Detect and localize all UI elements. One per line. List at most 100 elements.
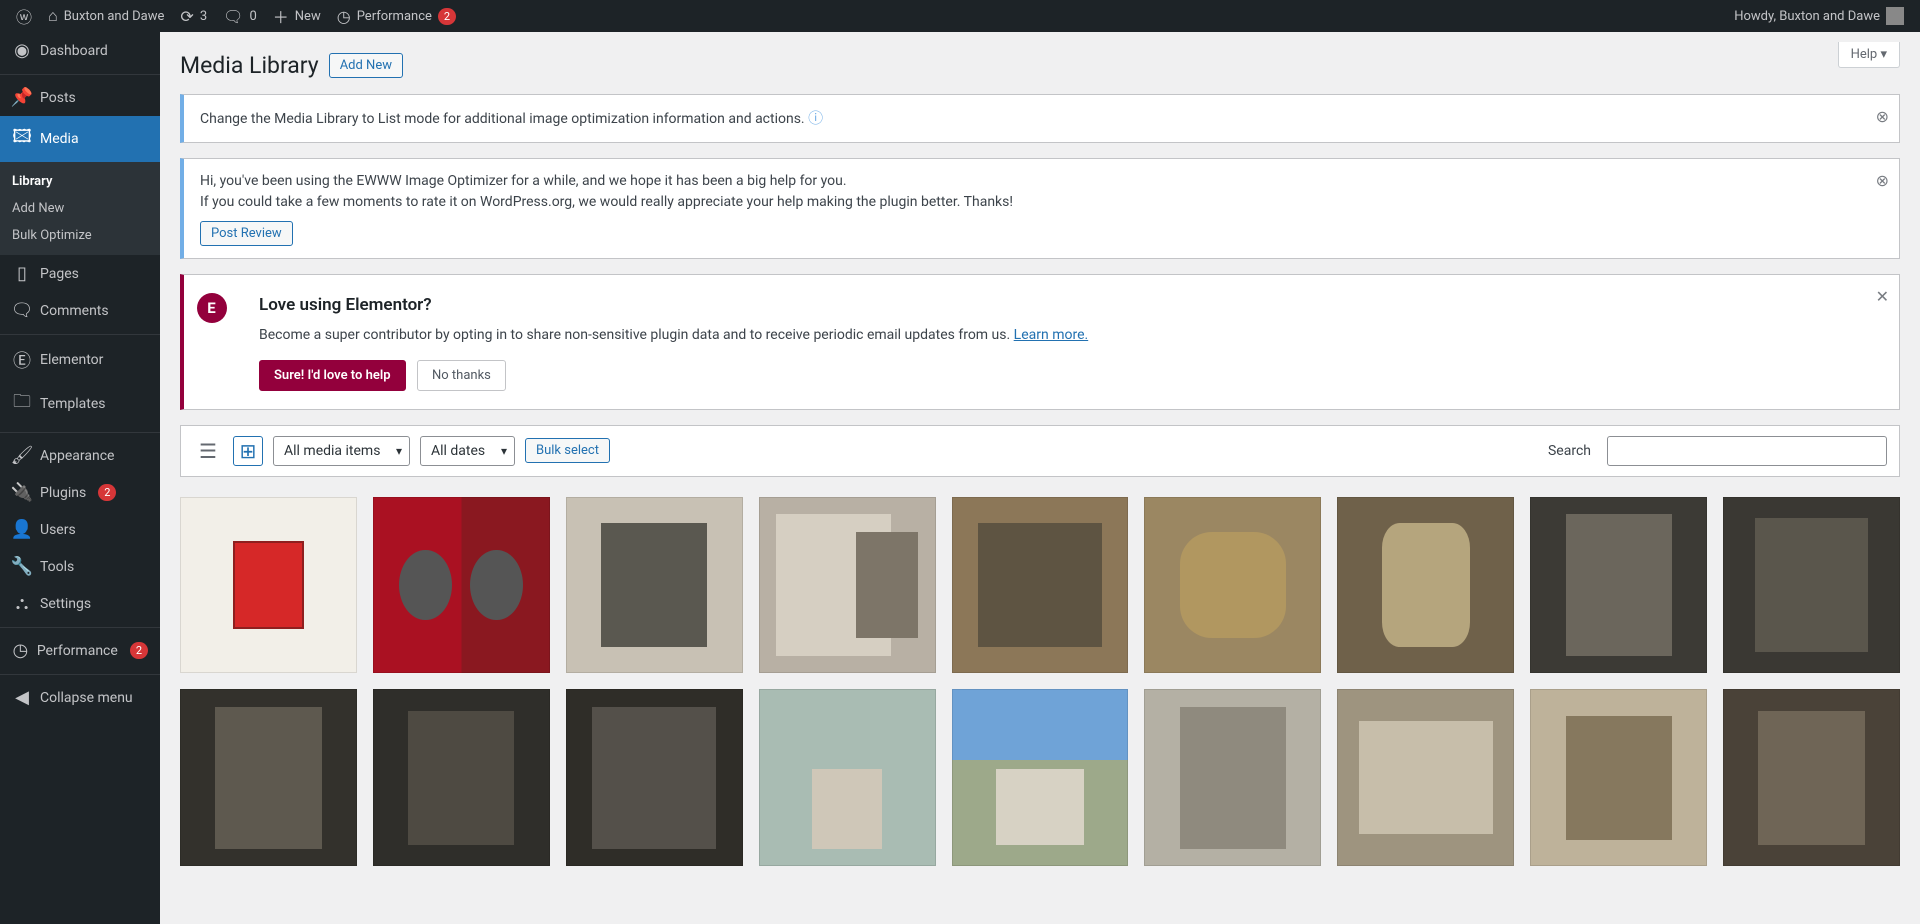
elementor-logo-icon: E [197, 293, 227, 323]
elementor-yes-button[interactable]: Sure! I'd love to help [259, 360, 406, 391]
filter-media-type[interactable]: All media items [273, 436, 410, 466]
comment-icon: 🗨 [223, 7, 243, 26]
media-thumbnail[interactable] [180, 497, 357, 674]
elementor-no-button[interactable]: No thanks [417, 360, 506, 391]
sidebar-item-templates[interactable]: 🗀 Templates [0, 381, 160, 427]
subitem-add-new[interactable]: Add New [0, 195, 160, 222]
sidebar-item-users[interactable]: 👤Users [0, 511, 160, 548]
sidebar-item-dashboard[interactable]: ◉Dashboard [0, 32, 160, 69]
performance-label: Performance [357, 9, 432, 24]
notice-line2: If you could take a few moments to rate … [200, 192, 1883, 213]
new-label: New [295, 9, 321, 24]
media-thumbnail[interactable] [1530, 689, 1707, 866]
elementor-text: Become a super contributor by opting in … [259, 325, 1879, 346]
sidebar-item-comments[interactable]: 🗨 Comments [0, 292, 160, 329]
comments-link[interactable]: 🗨0 [215, 0, 265, 32]
media-thumbnail[interactable] [373, 689, 550, 866]
media-thumbnail[interactable] [759, 689, 936, 866]
notice-ewww: Hi, you've been using the EWWW Image Opt… [180, 158, 1900, 259]
media-thumbnail[interactable] [566, 689, 743, 866]
media-thumbnail[interactable] [1144, 497, 1321, 674]
plus-icon: ＋ [273, 4, 289, 28]
help-tab[interactable]: Help ▾ [1838, 42, 1900, 68]
folder-icon: 🗀 [12, 389, 32, 419]
sidebar-item-plugins[interactable]: 🔌Plugins2 [0, 474, 160, 511]
sidebar-item-tools[interactable]: 🔧Tools [0, 548, 160, 585]
admin-bar-right: Howdy, Buxton and Dawe [1726, 0, 1912, 32]
comments-count: 0 [249, 9, 256, 24]
sidebar-label: Templates [40, 396, 106, 412]
dismiss-button[interactable]: ⊗ [1876, 105, 1889, 129]
post-review-button[interactable]: Post Review [200, 221, 293, 246]
sidebar-item-performance[interactable]: ◷ Performance 2 [0, 632, 160, 669]
sidebar-item-posts[interactable]: 📌 Posts [0, 79, 160, 116]
sidebar-item-elementor[interactable]: ⒺElementor [0, 339, 160, 381]
bulk-select-button[interactable]: Bulk select [525, 438, 610, 463]
media-thumbnail[interactable] [180, 689, 357, 866]
search-input[interactable] [1607, 436, 1887, 466]
refresh-icon: ⟳ [180, 7, 193, 26]
sidebar-label: Comments [40, 303, 109, 319]
dismiss-button[interactable]: ⊗ [1876, 169, 1889, 193]
page-icon: ▯ [12, 263, 32, 284]
chevron-down-icon: ▾ [1880, 47, 1887, 62]
sidebar-label: Settings [40, 596, 91, 612]
user-account-link[interactable]: Howdy, Buxton and Dawe [1726, 0, 1912, 32]
sidebar-item-appearance[interactable]: 🖌Appearance [0, 437, 160, 474]
comment-icon: 🗨 [12, 300, 32, 321]
page-title: Media Library [180, 52, 319, 79]
sidebar-label: Pages [40, 266, 79, 282]
pin-icon: 📌 [12, 87, 32, 108]
media-thumbnail[interactable] [373, 497, 550, 674]
media-thumbnail[interactable] [1144, 689, 1321, 866]
admin-bar-left: ⓦ ⌂Buxton and Dawe ⟳3 🗨0 ＋New ◷Performan… [8, 0, 464, 32]
collapse-menu-button[interactable]: ◀ Collapse menu [0, 679, 160, 716]
notice-line1: Hi, you've been using the EWWW Image Opt… [200, 171, 1883, 192]
sidebar-item-settings[interactable]: ⛬ Settings [0, 585, 160, 622]
sliders-icon: ⛬ [12, 593, 32, 614]
dashboard-icon: ◉ [12, 40, 32, 61]
gauge-icon: ◷ [12, 640, 29, 661]
performance-count-badge: 2 [130, 642, 148, 659]
media-thumbnail[interactable] [1723, 689, 1900, 866]
media-thumbnail[interactable] [1723, 497, 1900, 674]
brush-icon: 🖌 [12, 445, 32, 466]
subitem-library[interactable]: Library [0, 168, 160, 195]
media-thumbnail[interactable] [1530, 497, 1707, 674]
filter-date[interactable]: All dates [420, 436, 515, 466]
collapse-icon: ◀ [12, 687, 32, 708]
updates-link[interactable]: ⟳3 [172, 0, 215, 32]
elementor-title: Love using Elementor? [259, 293, 1879, 319]
wp-logo[interactable]: ⓦ [8, 0, 40, 32]
site-name-link[interactable]: ⌂Buxton and Dawe [40, 0, 172, 32]
learn-more-link[interactable]: Learn more. [1014, 327, 1089, 343]
sidebar-item-pages[interactable]: ▯ Pages [0, 255, 160, 292]
performance-badge: 2 [438, 8, 456, 25]
gauge-icon: ◷ [337, 7, 351, 26]
sidebar-item-media[interactable]: 🖾Media [0, 116, 160, 162]
sidebar-label: Plugins [40, 485, 86, 501]
sidebar-label: Performance [37, 643, 118, 659]
new-content-link[interactable]: ＋ New [265, 0, 329, 32]
sidebar-label: Collapse menu [40, 690, 133, 706]
dismiss-button[interactable]: ✕ [1876, 285, 1889, 309]
media-thumbnail[interactable] [1337, 689, 1514, 866]
media-thumbnail[interactable] [952, 689, 1129, 866]
page-header: Media Library Add New Help ▾ [180, 52, 1900, 79]
sidebar-label: Media [40, 131, 79, 147]
performance-link[interactable]: ◷ Performance 2 [329, 0, 464, 32]
media-thumbnail[interactable] [952, 497, 1129, 674]
sidebar-label: Users [40, 522, 76, 538]
list-view-button[interactable]: ☰ [193, 436, 223, 466]
media-thumbnail[interactable] [1337, 497, 1514, 674]
sidebar-label: Posts [40, 90, 76, 106]
sidebar-label: Tools [40, 559, 74, 575]
info-icon[interactable]: ⓘ [808, 109, 823, 127]
add-new-button[interactable]: Add New [329, 53, 403, 78]
media-thumbnail[interactable] [759, 497, 936, 674]
grid-view-button[interactable]: ⊞ [233, 436, 263, 466]
elementor-icon-col: E [184, 275, 239, 409]
media-grid [180, 497, 1900, 867]
subitem-bulk-optimize[interactable]: Bulk Optimize [0, 222, 160, 249]
media-thumbnail[interactable] [566, 497, 743, 674]
